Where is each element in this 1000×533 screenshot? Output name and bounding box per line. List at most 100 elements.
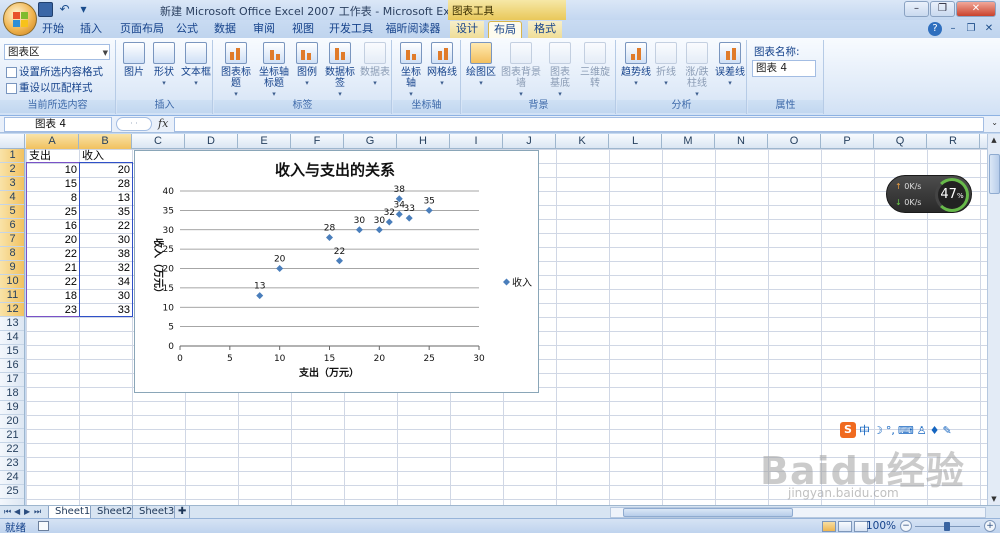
ribbon-minimize-icon[interactable]: – [946,22,960,36]
tab-view[interactable]: 视图 [288,21,318,38]
select-all-button[interactable] [0,134,25,149]
tab-review[interactable]: 审阅 [249,21,279,38]
vertical-scroll-thumb[interactable] [989,154,1000,194]
column-header[interactable]: L [609,134,662,149]
row-header[interactable]: 5 [0,205,24,219]
insert-function-button[interactable]: fx [158,117,168,130]
horizontal-scrollbar[interactable] [610,507,986,518]
row-header[interactable]: 25 [0,485,24,499]
expand-formula-bar-icon[interactable]: ⌄ [991,118,998,127]
scroll-down-icon[interactable]: ▼ [988,493,1000,505]
row-header[interactable]: 12 [0,303,24,317]
row-header[interactable]: 17 [0,373,24,387]
tab-insert[interactable]: 插入 [76,21,106,38]
last-sheet-icon[interactable]: ⏭ [34,507,41,517]
row-header[interactable]: 1 [0,149,24,163]
row-header[interactable]: 19 [0,401,24,415]
row-header[interactable]: 8 [0,247,24,261]
ime-keyboard-icon[interactable]: ⌨ [898,424,914,437]
cell-expense[interactable]: 21 [27,261,79,275]
ime-user-icon[interactable]: ♙ [917,424,927,437]
trendline-button[interactable]: 趋势线 ▾ [621,42,651,89]
3d-rotation-button[interactable]: 三维旋转 [576,42,614,89]
chart-title[interactable]: 收入与支出的关系 [275,161,395,179]
cell-expense[interactable]: 8 [27,191,79,205]
axes-button[interactable]: 坐标轴 ▾ [397,42,425,100]
cell-income[interactable]: 28 [80,177,132,191]
tab-formulas[interactable]: 公式 [172,21,202,38]
help-icon[interactable]: ? [928,22,942,36]
macro-record-icon[interactable] [38,521,49,531]
close-button[interactable]: ✕ [956,1,996,17]
column-header[interactable]: E [238,134,291,149]
row-header[interactable]: 18 [0,387,24,401]
ime-chinese-mode[interactable]: 中 [859,422,870,438]
chart-element-dropdown[interactable]: 图表区 ▼ [4,44,110,60]
x-axis-title[interactable]: 支出（万元） [298,366,359,379]
cell-header-expense[interactable]: 支出 [27,149,79,163]
scatter-chart[interactable]: 收入与支出的关系 0 5 10 15 20 25 30 35 40 0 5 10 15 20 25 30 2… [134,150,539,393]
page-layout-view-button[interactable] [838,521,852,532]
ime-shirt-icon[interactable]: ♦ [930,424,940,437]
column-header[interactable]: M [662,134,715,149]
tab-foxit-reader[interactable]: 福昕阅读器 [382,21,444,38]
cell-income[interactable]: 32 [80,261,132,275]
format-selection-button[interactable]: 设置所选内容格式 [6,64,103,79]
first-sheet-icon[interactable]: ⏮ [4,507,11,517]
formula-input[interactable] [174,117,984,132]
zoom-level[interactable]: 100% [866,520,896,532]
legend[interactable]: 收入 [503,276,532,289]
cell-income[interactable]: 35 [80,205,132,219]
y-axis-title[interactable]: 收入（万元） [152,238,165,298]
column-header[interactable]: D [185,134,238,149]
cell-income[interactable]: 33 [80,303,132,317]
cell-income[interactable]: 22 [80,219,132,233]
chart-name-input[interactable]: 图表 4 [752,60,816,77]
column-header[interactable]: A [26,134,79,149]
normal-view-button[interactable] [822,521,836,532]
prev-sheet-icon[interactable]: ◀ [14,507,20,516]
tab-page-layout[interactable]: 页面布局 [116,21,168,38]
gridlines-button[interactable]: 网格线 ▾ [427,42,457,89]
column-header[interactable]: P [821,134,874,149]
vertical-scrollbar[interactable]: ▲ ▼ [987,134,1000,505]
next-sheet-icon[interactable]: ▶ [24,507,30,516]
chart-floor-button[interactable]: 图表基底 ▾ [546,42,574,100]
sogou-icon[interactable]: S [840,422,856,438]
ime-wrench-icon[interactable]: ✎ [943,424,952,437]
cell-expense[interactable]: 25 [27,205,79,219]
cell-income[interactable]: 30 [80,233,132,247]
ime-toolbar[interactable]: S 中 ☽ °, ⌨ ♙ ♦ ✎ [840,422,952,438]
chart-wall-button[interactable]: 图表背景墙 ▾ [498,42,544,100]
row-header[interactable]: 22 [0,443,24,457]
textbox-button[interactable]: 文本框 ▾ [181,42,211,89]
ribbon-restore-icon[interactable]: ❐ [964,22,978,36]
error-bars-button[interactable]: 误差线 ▾ [715,42,745,89]
column-header[interactable]: N [715,134,768,149]
cell-expense[interactable]: 15 [27,177,79,191]
legend-button[interactable]: 图例 ▾ [294,42,320,89]
column-header[interactable]: G [344,134,397,149]
save-icon[interactable] [38,2,53,17]
tab-layout[interactable]: 布局 [488,21,522,38]
network-monitor-widget[interactable]: ↑ 0K/s ↓ 0K/s 47% [886,175,972,213]
column-header[interactable]: B [79,134,132,149]
cell-expense[interactable]: 23 [27,303,79,317]
row-header[interactable]: 2 [0,163,24,177]
reset-style-button[interactable]: 重设以匹配样式 [6,80,93,95]
cell-expense[interactable]: 20 [27,233,79,247]
ime-punct-icon[interactable]: °, [886,424,895,437]
data-labels-button[interactable]: 数据标签 ▾ [322,42,358,100]
shapes-button[interactable]: 形状 ▾ [151,42,177,89]
column-header[interactable]: O [768,134,821,149]
column-header[interactable]: H [397,134,450,149]
horizontal-scroll-thumb[interactable] [623,508,793,517]
column-header[interactable]: C [132,134,185,149]
column-header[interactable]: F [291,134,344,149]
tab-design[interactable]: 设计 [450,21,484,38]
cell-income[interactable]: 34 [80,275,132,289]
scroll-up-icon[interactable]: ▲ [988,134,1000,146]
updown-bars-button[interactable]: 涨/跌柱线 ▾ [681,42,713,100]
row-header[interactable]: 9 [0,261,24,275]
undo-icon[interactable]: ↶ [57,2,72,17]
